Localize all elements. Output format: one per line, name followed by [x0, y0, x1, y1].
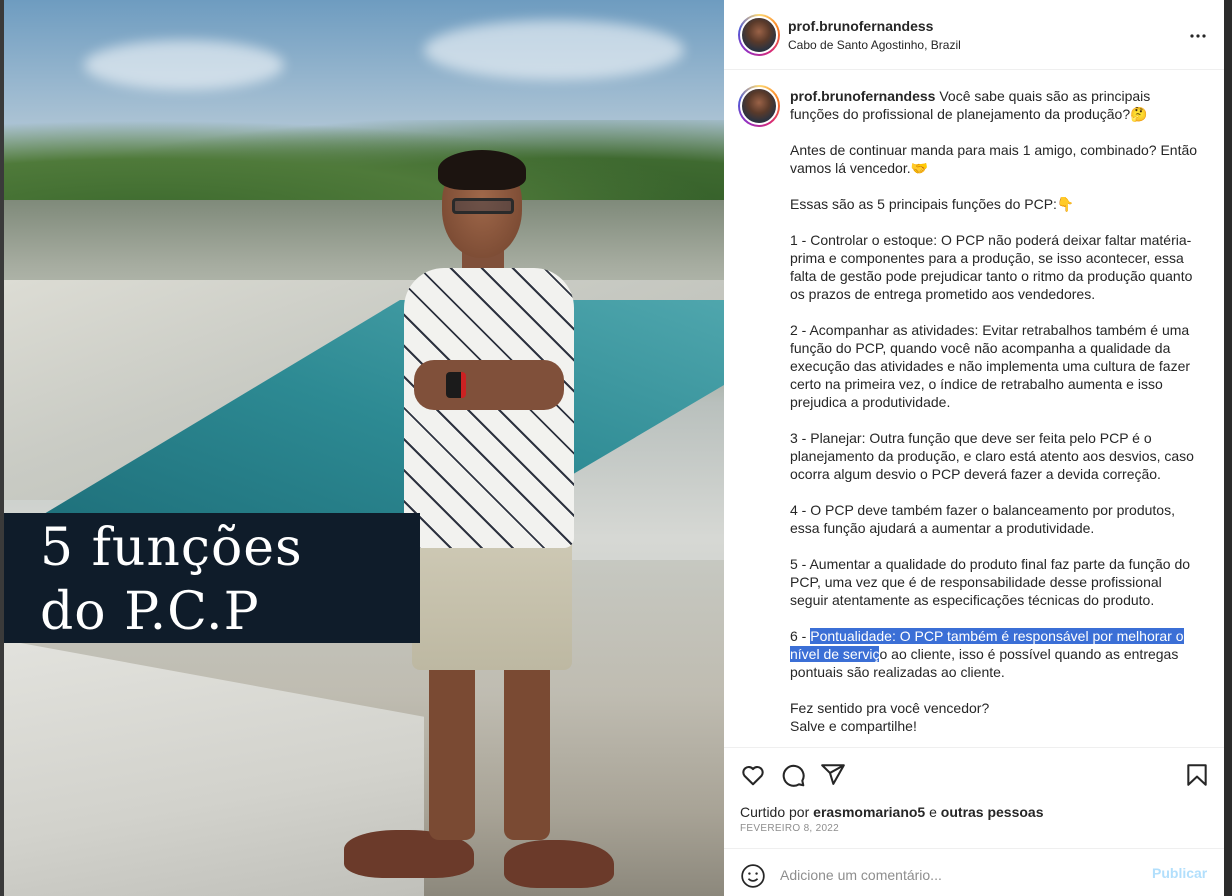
post-title-line-2: do P.C.P: [40, 582, 260, 642]
heart-icon[interactable]: [740, 762, 766, 788]
comment-input[interactable]: [780, 863, 1140, 887]
comment-icon[interactable]: [780, 762, 806, 788]
caption-avatar[interactable]: [738, 85, 780, 127]
liked-by: Curtido por erasmomariano5 e outras pess…: [740, 804, 1044, 820]
share-icon[interactable]: [820, 762, 846, 788]
post-actions: Curtido por erasmomariano5 e outras pess…: [724, 747, 1224, 896]
post-title-line-1: 5 funções: [40, 518, 303, 578]
caption-paragraph: 4 - O PCP deve também fazer o balanceame…: [790, 502, 1175, 536]
caption-paragraph: 3 - Planejar: Outra função que deve ser …: [790, 430, 1194, 482]
caption-paragraph: Fez sentido pra você vencedor?: [790, 700, 990, 716]
caption-paragraph: 1 - Controlar o estoque: O PCP não poder…: [790, 232, 1193, 302]
post-header: prof.brunofernandess Cabo de Santo Agost…: [724, 0, 1224, 70]
caption-paragraph: Salve e compartilhe!: [790, 718, 917, 734]
caption-paragraph: 2 - Acompanhar as atividades: Evitar ret…: [790, 322, 1191, 410]
liked-by-user[interactable]: erasmomariano5: [813, 804, 925, 820]
caption-paragraph: 5 - Aumentar a qualidade do produto fina…: [790, 556, 1191, 608]
caption-paragraph: Antes de continuar manda para mais 1 ami…: [790, 142, 1198, 176]
author-username[interactable]: prof.brunofernandess: [788, 18, 933, 34]
more-horizontal-icon[interactable]: [1186, 24, 1210, 48]
caption-text: prof.brunofernandess Você sabe quais são…: [790, 87, 1200, 747]
bookmark-icon[interactable]: [1184, 762, 1210, 788]
right-edge: [1224, 0, 1232, 896]
caption-scroll-area[interactable]: prof.brunofernandess Você sabe quais são…: [724, 71, 1224, 747]
post-image: [4, 0, 724, 896]
comment-bar: Publicar: [724, 848, 1224, 896]
post-date[interactable]: FEVEREIRO 8, 2022: [740, 823, 839, 834]
caption-paragraph: Essas são as 5 principais funções do PCP…: [790, 196, 1075, 212]
post-side-panel: prof.brunofernandess Cabo de Santo Agost…: [724, 0, 1224, 896]
emoji-icon[interactable]: [740, 863, 766, 889]
liked-by-others[interactable]: outras pessoas: [941, 804, 1044, 820]
caption-username[interactable]: prof.brunofernandess: [790, 88, 935, 104]
author-avatar[interactable]: [738, 14, 780, 56]
publish-button[interactable]: Publicar: [1152, 865, 1207, 881]
post-location[interactable]: Cabo de Santo Agostinho, Brazil: [788, 38, 961, 52]
